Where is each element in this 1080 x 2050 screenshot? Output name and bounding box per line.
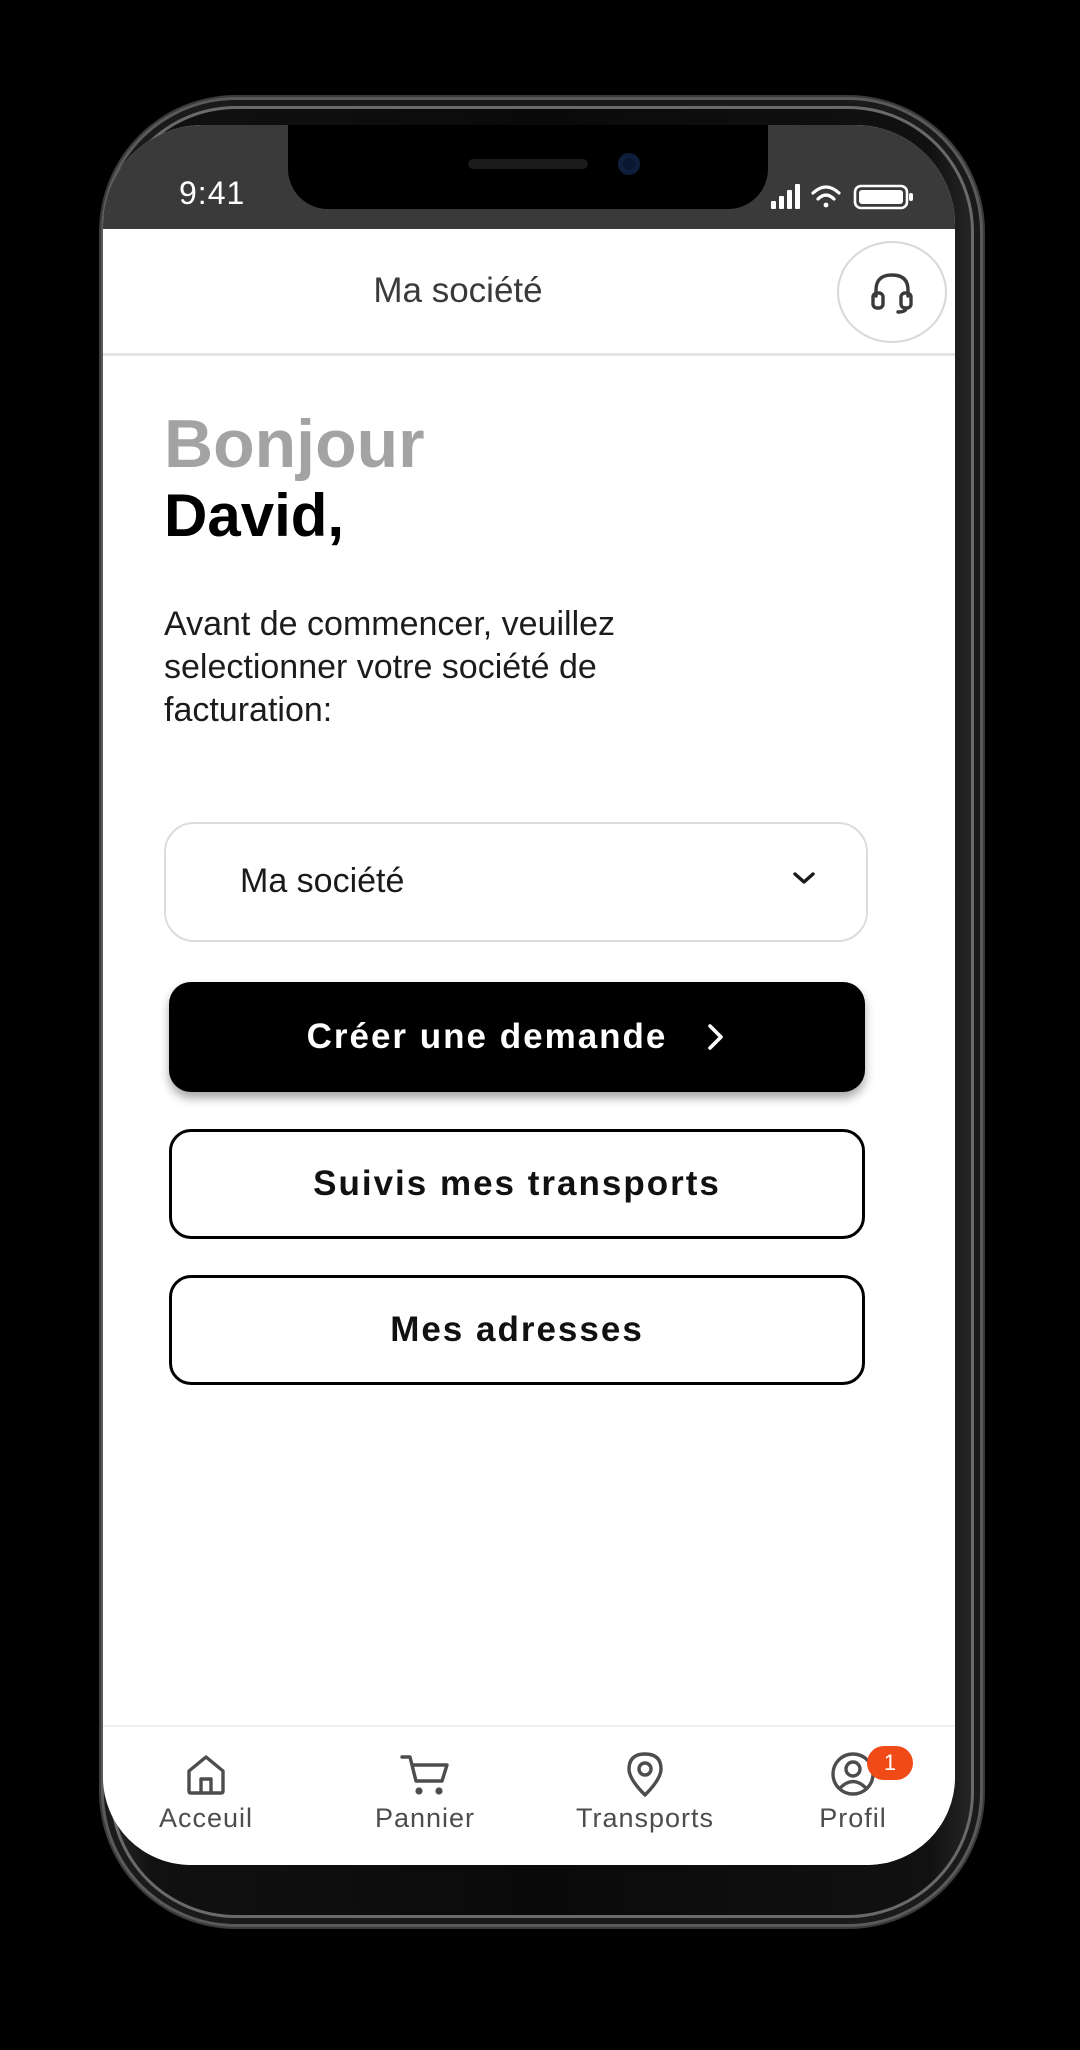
nav-item-transports[interactable]: Transports [545, 1749, 745, 1849]
battery-icon [853, 184, 913, 210]
my-addresses-button[interactable]: Mes adresses [169, 1275, 865, 1385]
chevron-right-icon [708, 1024, 724, 1050]
app-header: Ma société [103, 229, 955, 356]
nav-item-home[interactable]: Acceuil [106, 1749, 306, 1849]
speaker-grille [468, 159, 588, 169]
company-select[interactable]: Ma société [164, 822, 868, 942]
nav-label-profile: Profil [819, 1803, 887, 1833]
create-request-label: Créer une demande [306, 1017, 668, 1056]
home-icon [187, 1755, 225, 1795]
my-addresses-label: Mes adresses [390, 1310, 644, 1349]
support-button[interactable] [837, 241, 947, 343]
company-select-value: Ma société [240, 862, 405, 900]
track-transports-label: Suivis mes transports [313, 1164, 721, 1203]
create-request-button[interactable]: Créer une demande [169, 982, 865, 1092]
nav-item-profile[interactable]: Profil 1 [753, 1746, 953, 1849]
nav-label-cart: Pannier [374, 1803, 476, 1833]
status-time: 9:41 [179, 175, 246, 211]
headset-icon [871, 273, 913, 314]
chevron-down-icon [793, 872, 815, 884]
nav-label-transports: Transports [575, 1803, 715, 1833]
track-transports-button[interactable]: Suivis mes transports [169, 1129, 865, 1239]
nav-label-home: Acceuil [158, 1803, 254, 1833]
page-title: Ma société [373, 271, 543, 310]
front-camera [618, 153, 640, 175]
nav-item-cart[interactable]: Pannier [325, 1749, 525, 1849]
greeting-name: David, [164, 482, 345, 549]
notification-badge: 1 [867, 1746, 913, 1780]
bottom-nav: Acceuil Pannier Transports Profil 1 [103, 1725, 955, 1865]
phone-screen: 9:41 Ma société Bonjour David, Avant de … [103, 125, 955, 1865]
wifi-icon [811, 185, 841, 208]
signal-icon [771, 184, 800, 209]
greeting-hello: Bonjour [164, 406, 425, 482]
instructions-text: Avant de commencer, veuillez selectionne… [164, 605, 616, 729]
status-bar: 9:41 [103, 125, 955, 229]
status-icons [771, 184, 913, 210]
cart-icon [400, 1755, 449, 1795]
map-pin-icon [627, 1752, 663, 1797]
notch [288, 125, 768, 209]
